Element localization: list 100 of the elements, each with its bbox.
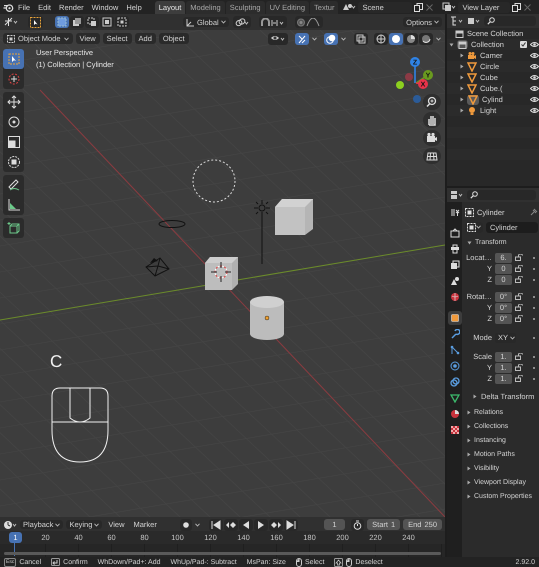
editor-type-icon[interactable] — [3, 16, 19, 28]
lock-icon[interactable] — [515, 375, 523, 382]
record-button[interactable] — [180, 518, 192, 530]
light-radius-circle — [192, 160, 236, 202]
lock-icon[interactable] — [515, 293, 523, 300]
move-icon — [6, 95, 20, 109]
eye-icon[interactable] — [530, 52, 539, 59]
duplicate-icon[interactable] — [512, 2, 522, 12]
scene-icon[interactable] — [342, 2, 356, 12]
axis-dot[interactable] — [396, 81, 404, 89]
stopwatch-icon — [353, 520, 362, 530]
lock-icon[interactable] — [515, 276, 523, 283]
visibility-button[interactable] — [268, 32, 288, 44]
playback-button[interactable] — [284, 518, 298, 530]
lock-icon[interactable] — [515, 254, 523, 261]
selection-mode-button[interactable] — [55, 16, 69, 28]
collapsed-arrow-icon[interactable] — [467, 480, 471, 485]
lock-icon[interactable] — [515, 304, 523, 311]
collapsed-arrow-icon[interactable] — [473, 394, 477, 399]
lock-icon[interactable] — [515, 315, 523, 322]
display-mode-icon[interactable] — [450, 16, 464, 26]
collapsed-arrow-icon[interactable] — [460, 86, 464, 91]
collapsed-arrow-icon[interactable] — [460, 108, 464, 113]
overlay-toggle[interactable] — [324, 32, 338, 44]
playback-button[interactable] — [238, 518, 253, 530]
constraint-icon — [450, 377, 460, 387]
scrollbar[interactable] — [4, 552, 441, 555]
select-box-icon — [30, 16, 41, 28]
blender-logo-icon[interactable] — [3, 2, 14, 12]
pivot-button[interactable] — [232, 16, 251, 28]
properties-tab[interactable] — [448, 343, 462, 357]
lock-icon[interactable] — [515, 353, 523, 360]
properties-tab[interactable] — [448, 226, 462, 240]
axes-icon — [186, 18, 195, 26]
search-field[interactable] — [467, 190, 536, 200]
preview-range-button[interactable] — [351, 518, 364, 530]
expanded-arrow-icon[interactable] — [449, 42, 454, 46]
collection-icon — [455, 30, 464, 38]
filter-icon[interactable] — [467, 16, 481, 26]
tool-button[interactable] — [3, 49, 24, 69]
eye-icon[interactable] — [530, 74, 539, 81]
pin-icon[interactable] — [530, 208, 538, 216]
active-tool-button[interactable] — [28, 16, 43, 28]
properties-tab[interactable] — [448, 375, 462, 389]
properties-tab[interactable] — [448, 359, 462, 373]
shading-button[interactable] — [419, 32, 433, 44]
selection-mode-button[interactable] — [85, 16, 99, 28]
scale-icon — [6, 135, 20, 149]
selection-mode-button[interactable] — [70, 16, 84, 28]
eye-icon[interactable] — [530, 96, 539, 103]
checked-checkbox[interactable] — [520, 41, 527, 48]
proportional-edit-button[interactable] — [294, 16, 323, 28]
playback-button[interactable] — [224, 518, 238, 530]
playback-button[interactable] — [254, 518, 268, 530]
caret-icon — [64, 36, 69, 40]
eye-icon[interactable] — [530, 63, 539, 70]
collapsed-arrow-icon[interactable] — [467, 466, 471, 471]
selection-mode-button[interactable] — [115, 16, 129, 28]
properties-tab[interactable] — [448, 311, 462, 325]
selection-mode-button[interactable] — [100, 16, 114, 28]
collapsed-arrow-icon[interactable] — [460, 64, 464, 69]
shading-button[interactable] — [389, 32, 403, 44]
collapsed-arrow-icon[interactable] — [467, 452, 471, 457]
navigation-button[interactable] — [423, 94, 441, 110]
playback-button[interactable] — [268, 518, 283, 530]
axis-dot[interactable] — [405, 73, 413, 81]
expanded-arrow-icon[interactable] — [467, 240, 472, 244]
circle-object — [158, 220, 186, 228]
origin-dot — [264, 316, 270, 320]
collapsed-arrow-icon[interactable] — [467, 494, 471, 499]
3d-cursor-icon — [210, 262, 232, 282]
collapsed-arrow-icon[interactable] — [460, 75, 464, 80]
caret-icon — [510, 336, 516, 340]
collapsed-arrow-icon[interactable] — [460, 53, 464, 58]
shading-button[interactable] — [374, 32, 388, 44]
snap-button[interactable] — [258, 16, 287, 28]
collapsed-arrow-icon[interactable] — [467, 410, 471, 415]
navigation-button[interactable] — [423, 148, 441, 164]
playback-button[interactable] — [208, 518, 223, 530]
search-field[interactable] — [484, 16, 536, 26]
camera-back-icon — [450, 228, 460, 238]
xray-toggle[interactable] — [354, 32, 368, 44]
shading-button[interactable] — [404, 32, 418, 44]
eye-icon[interactable] — [530, 41, 539, 48]
collapsed-arrow-icon[interactable] — [467, 438, 471, 443]
navigation-button[interactable] — [423, 112, 441, 128]
eye-icon[interactable] — [530, 85, 539, 92]
gizmo-toggle[interactable] — [295, 32, 309, 44]
overlays-icon — [326, 34, 336, 44]
axis-dot[interactable] — [413, 95, 421, 103]
lock-icon[interactable] — [515, 265, 523, 272]
view-layer-icon[interactable] — [442, 2, 456, 12]
navigation-button[interactable] — [423, 130, 441, 146]
editor-type-icon[interactable] — [450, 190, 464, 200]
collapsed-arrow-icon[interactable] — [467, 424, 471, 429]
eye-icon[interactable] — [530, 107, 539, 114]
duplicate-icon[interactable] — [414, 2, 424, 12]
collapsed-arrow-icon[interactable] — [460, 97, 464, 102]
clock-icon[interactable] — [3, 520, 17, 530]
lock-icon[interactable] — [515, 364, 523, 371]
